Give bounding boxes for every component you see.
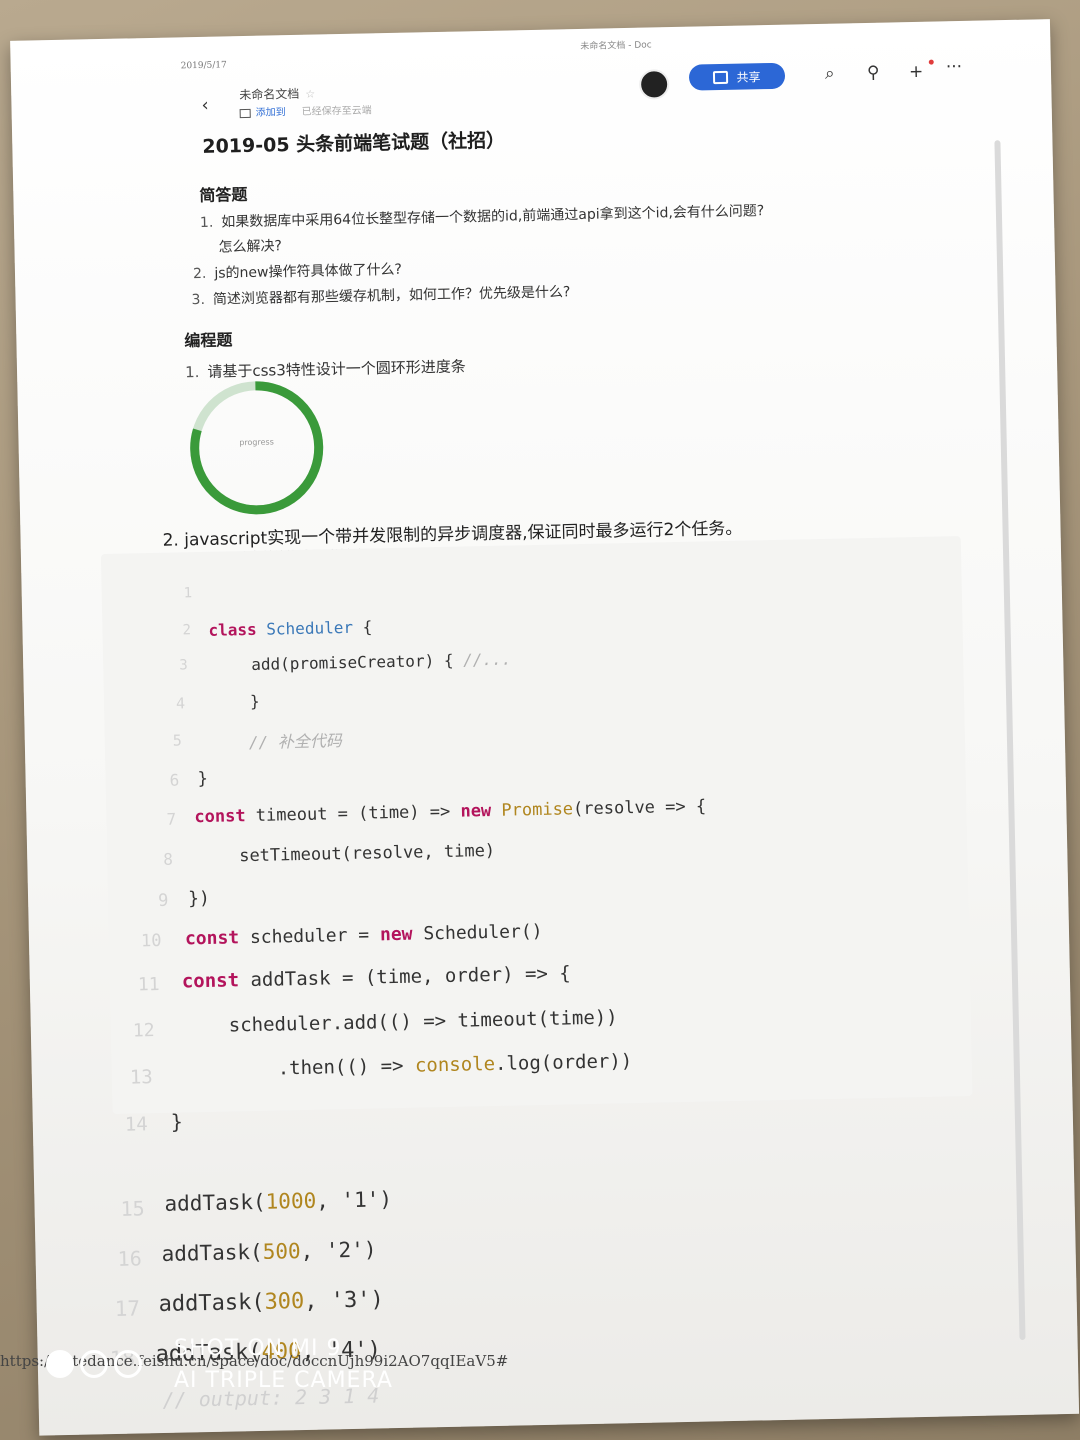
line-number: 8 [163, 849, 174, 869]
saved-status: 已经保存至云端 [301, 105, 372, 118]
scrollbar[interactable] [994, 140, 1026, 1341]
keyword: const [181, 969, 240, 993]
code-text: addTask( [158, 1289, 265, 1318]
code-text: scheduler = [238, 924, 381, 949]
print-header-title: 未命名文档 - Doc [580, 40, 652, 52]
keyword: const [194, 806, 246, 828]
code-text: addTask( [164, 1189, 266, 1216]
line-number: 12 [132, 1020, 155, 1042]
class-name: Promise [490, 799, 574, 821]
print-date: 2019/5/17 [180, 60, 227, 72]
progress-ring: progress [185, 376, 328, 519]
code-number: 500 [262, 1239, 301, 1264]
code-text: Scheduler() [412, 920, 543, 945]
line-number: 11 [137, 973, 160, 996]
back-icon[interactable]: ‹ [201, 95, 209, 116]
line-number: 13 [129, 1066, 153, 1089]
code-line-17: addTask(300, '3') [158, 1287, 384, 1317]
code-number: 1000 [265, 1188, 317, 1214]
code-line-14: } [170, 1109, 184, 1134]
line-number: 17 [114, 1296, 141, 1321]
line-number: 14 [124, 1113, 148, 1136]
add-to-link[interactable]: 添加到 已经保存至云端 [239, 101, 372, 119]
code-text: .then(() => [277, 1054, 416, 1080]
pin-icon[interactable]: ⚲ [867, 63, 880, 83]
printed-page: 2019/5/17 未命名文档 - Doc ‹ 未命名文档 ☆ 添加到 已经保存至云… [10, 19, 1080, 1436]
keyword: new [379, 923, 413, 946]
line-number: 2 [182, 622, 192, 639]
code-line-9: }) [187, 887, 211, 910]
add-icon[interactable]: + [909, 62, 924, 82]
line-number: 3 [179, 657, 188, 674]
circle-outline-icon [80, 1350, 108, 1378]
code-text: , '1') [315, 1187, 393, 1213]
code-line-6: } [197, 768, 209, 790]
short-answer-heading: 简答题 [199, 184, 248, 205]
page-title: 2019-05 头条前端笔试题（社招） [202, 129, 506, 158]
doc-name[interactable]: 未命名文档 ☆ [239, 85, 315, 104]
line-number: 16 [117, 1246, 142, 1271]
line-number: 7 [166, 809, 177, 829]
code-text: , '3') [304, 1287, 385, 1315]
question-2: 2. js的new操作符具体做了什么? [193, 259, 402, 283]
avatar[interactable] [638, 69, 670, 100]
question-1-cont: 怎么解决? [218, 235, 282, 256]
code-line-2: class Scheduler { [208, 617, 372, 639]
question-text: 如果数据库中采用64位长整型存储一个数据的id,前端通过api拿到这个id,会有… [221, 203, 765, 231]
watermark-line-1: SHOT ON MI 9 [174, 1336, 342, 1361]
line-number: 15 [120, 1196, 145, 1221]
code-text: , '2') [300, 1237, 377, 1264]
programming-heading: 编程题 [184, 330, 233, 351]
code-text: { [352, 617, 373, 637]
question-num: 2. [192, 265, 207, 283]
code-line-15: addTask(1000, '1') [164, 1187, 392, 1216]
share-button[interactable]: 共享 [688, 62, 786, 91]
question-3: 3. 简述浏览器都有那些缓存机制，如何工作？优先级是什么? [191, 281, 570, 309]
code-line-5: // 补全代码 [248, 731, 342, 753]
keyword: new [460, 800, 492, 822]
line-number: 5 [172, 731, 183, 750]
keyword: class [208, 619, 257, 640]
code-line-16: addTask(500, '2') [161, 1237, 376, 1265]
share-label: 共享 [736, 69, 761, 85]
star-icon[interactable]: ☆ [305, 88, 315, 101]
code-text: .log(order)) [494, 1050, 633, 1075]
line-number: 4 [175, 694, 186, 713]
line-number: 1 [183, 585, 193, 602]
code-text: (resolve => { [572, 796, 707, 820]
console-ident: console [414, 1052, 496, 1077]
keyword: const [184, 927, 240, 950]
lock-icon [713, 70, 729, 84]
class-name: Scheduler [266, 617, 354, 639]
code-number: 300 [264, 1289, 305, 1315]
folder-icon [239, 108, 251, 118]
doc-name-text: 未命名文档 [239, 86, 300, 103]
code-text: addTask( [161, 1239, 263, 1266]
code-comment: //... [462, 649, 512, 670]
code-line-4: } [249, 691, 260, 712]
question-text: 简述浏览器都有那些缓存机制，如何工作？优先级是什么? [212, 284, 571, 308]
camera-logo-icon [46, 1350, 142, 1378]
line-number: 9 [157, 890, 169, 911]
line-number: 6 [169, 770, 180, 790]
question-text: js的new操作符具体做了什么? [214, 261, 403, 282]
line-number: 10 [140, 930, 162, 952]
circle-filled-icon [46, 1350, 74, 1378]
search-icon[interactable]: ⌕ [825, 64, 835, 84]
question-num: 1. [199, 214, 214, 231]
question-num: 3. [191, 291, 206, 309]
notification-dot [928, 59, 934, 65]
circle-outline-icon [114, 1350, 142, 1378]
question-1: 1. 如果数据库中采用64位长整型存储一个数据的id,前端通过api拿到这个id,… [200, 200, 765, 232]
add-to-label: 添加到 [255, 107, 286, 119]
watermark-line-2: AI TRIPLE CAMERA [174, 1368, 393, 1393]
more-icon[interactable]: ··· [946, 57, 963, 77]
question-text: 怎么解决? [218, 238, 283, 256]
